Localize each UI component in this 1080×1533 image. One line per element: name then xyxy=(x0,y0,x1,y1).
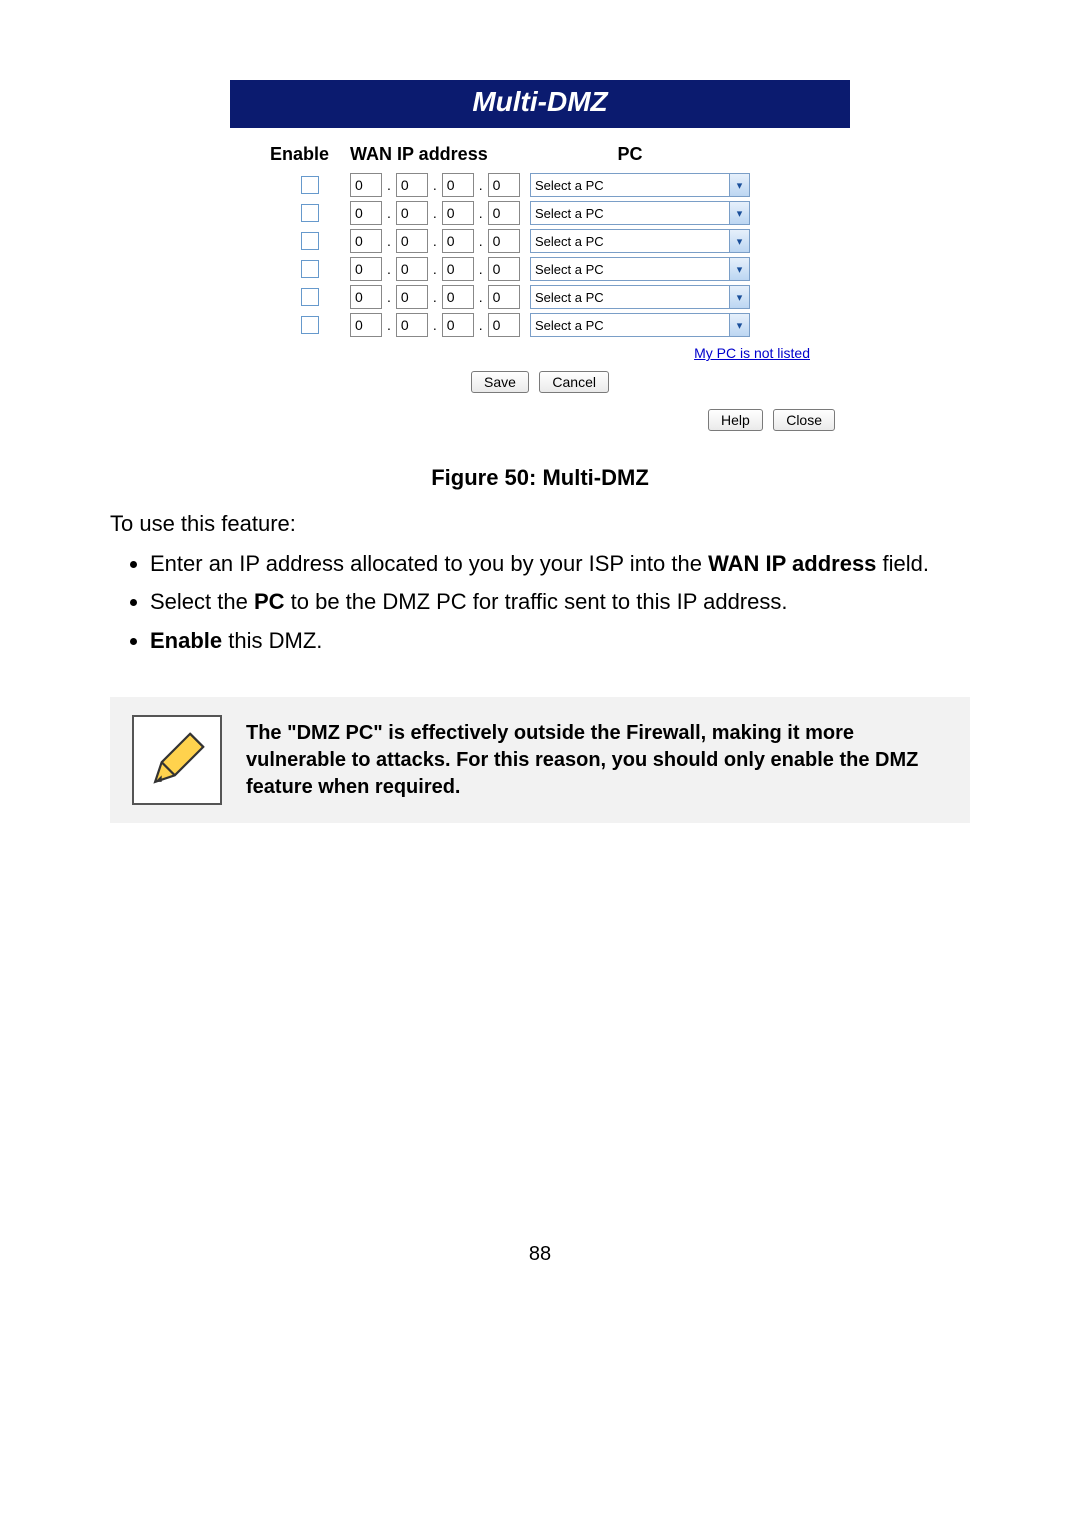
dmz-row: ... Select a PC ▾ xyxy=(270,199,810,227)
ip-dot: . xyxy=(432,317,438,333)
pc-select[interactable]: Select a PC ▾ xyxy=(530,313,750,337)
panel-title: Multi-DMZ xyxy=(230,80,850,128)
enable-checkbox[interactable] xyxy=(301,176,319,194)
ip-octet-input[interactable] xyxy=(350,313,382,337)
ip-dot: . xyxy=(386,233,392,249)
multi-dmz-panel: Multi-DMZ Enable WAN IP address PC ... Se… xyxy=(230,80,850,435)
ip-octet-input[interactable] xyxy=(442,313,474,337)
ip-octet-input[interactable] xyxy=(488,229,520,253)
ip-octet-input[interactable] xyxy=(488,173,520,197)
pc-select-value: Select a PC xyxy=(535,206,604,221)
ip-dot: . xyxy=(432,289,438,305)
ip-octet-input[interactable] xyxy=(350,229,382,253)
ip-octet-input[interactable] xyxy=(442,257,474,281)
enable-checkbox[interactable] xyxy=(301,204,319,222)
ip-dot: . xyxy=(478,261,484,277)
ip-octet-input[interactable] xyxy=(396,229,428,253)
warning-text: The "DMZ PC" is effectively outside the … xyxy=(246,720,948,801)
ip-dot: . xyxy=(386,177,392,193)
chevron-down-icon[interactable]: ▾ xyxy=(729,314,749,336)
dmz-row: ... Select a PC ▾ xyxy=(270,171,810,199)
dmz-row: ... Select a PC ▾ xyxy=(270,255,810,283)
ip-octet-input[interactable] xyxy=(396,313,428,337)
ip-octet-input[interactable] xyxy=(488,201,520,225)
instruction-item: Enter an IP address allocated to you by … xyxy=(150,549,970,580)
pc-not-listed-link[interactable]: My PC is not listed xyxy=(694,345,810,361)
ip-dot: . xyxy=(386,317,392,333)
ip-dot: . xyxy=(386,205,392,221)
ip-octet-input[interactable] xyxy=(350,257,382,281)
pc-select[interactable]: Select a PC ▾ xyxy=(530,229,750,253)
ip-octet-input[interactable] xyxy=(442,173,474,197)
ip-dot: . xyxy=(478,177,484,193)
instruction-item: Select the PC to be the DMZ PC for traff… xyxy=(150,587,970,618)
ip-octet-input[interactable] xyxy=(488,257,520,281)
ip-dot: . xyxy=(432,261,438,277)
dmz-row: ... Select a PC ▾ xyxy=(270,311,810,339)
pc-select[interactable]: Select a PC ▾ xyxy=(530,173,750,197)
pc-select-value: Select a PC xyxy=(535,318,604,333)
ip-octet-input[interactable] xyxy=(396,201,428,225)
pc-select[interactable]: Select a PC ▾ xyxy=(530,201,750,225)
ip-dot: . xyxy=(478,233,484,249)
enable-checkbox[interactable] xyxy=(301,232,319,250)
pc-select[interactable]: Select a PC ▾ xyxy=(530,285,750,309)
ip-octet-input[interactable] xyxy=(396,173,428,197)
warning-note: The "DMZ PC" is effectively outside the … xyxy=(110,697,970,823)
ip-dot: . xyxy=(478,205,484,221)
ip-dot: . xyxy=(386,289,392,305)
enable-checkbox[interactable] xyxy=(301,260,319,278)
ip-octet-input[interactable] xyxy=(442,285,474,309)
pc-select-value: Select a PC xyxy=(535,178,604,193)
ip-dot: . xyxy=(432,177,438,193)
chevron-down-icon[interactable]: ▾ xyxy=(729,174,749,196)
ip-octet-input[interactable] xyxy=(350,173,382,197)
ip-dot: . xyxy=(432,205,438,221)
ip-octet-input[interactable] xyxy=(488,285,520,309)
dmz-row: ... Select a PC ▾ xyxy=(270,227,810,255)
enable-checkbox[interactable] xyxy=(301,316,319,334)
figure-caption: Figure 50: Multi-DMZ xyxy=(110,465,970,491)
chevron-down-icon[interactable]: ▾ xyxy=(729,258,749,280)
enable-checkbox[interactable] xyxy=(301,288,319,306)
help-button[interactable]: Help xyxy=(708,409,763,431)
pencil-note-icon xyxy=(132,715,222,805)
chevron-down-icon[interactable]: ▾ xyxy=(729,230,749,252)
ip-octet-input[interactable] xyxy=(396,257,428,281)
save-button[interactable]: Save xyxy=(471,371,529,393)
header-enable: Enable xyxy=(270,144,350,165)
ip-octet-input[interactable] xyxy=(442,229,474,253)
ip-octet-input[interactable] xyxy=(350,201,382,225)
ip-dot: . xyxy=(478,317,484,333)
page-number: 88 xyxy=(110,1243,970,1266)
ip-dot: . xyxy=(478,289,484,305)
ip-octet-input[interactable] xyxy=(350,285,382,309)
header-pc: PC xyxy=(530,144,730,165)
dmz-row: ... Select a PC ▾ xyxy=(270,283,810,311)
dmz-table: Enable WAN IP address PC ... Select a PC ▾… xyxy=(230,128,850,339)
pc-select-value: Select a PC xyxy=(535,234,604,249)
ip-dot: . xyxy=(386,261,392,277)
chevron-down-icon[interactable]: ▾ xyxy=(729,286,749,308)
ip-dot: . xyxy=(432,233,438,249)
ip-octet-input[interactable] xyxy=(442,201,474,225)
instruction-list: Enter an IP address allocated to you by … xyxy=(110,549,970,657)
header-wan: WAN IP address xyxy=(350,144,530,165)
cancel-button[interactable]: Cancel xyxy=(539,371,609,393)
intro-text: To use this feature: xyxy=(110,509,970,539)
close-button[interactable]: Close xyxy=(773,409,835,431)
pc-select-value: Select a PC xyxy=(535,290,604,305)
ip-octet-input[interactable] xyxy=(488,313,520,337)
pc-select-value: Select a PC xyxy=(535,262,604,277)
instruction-item: Enable this DMZ. xyxy=(150,626,970,657)
pc-select[interactable]: Select a PC ▾ xyxy=(530,257,750,281)
header-row: Enable WAN IP address PC xyxy=(270,138,810,171)
chevron-down-icon[interactable]: ▾ xyxy=(729,202,749,224)
ip-octet-input[interactable] xyxy=(396,285,428,309)
